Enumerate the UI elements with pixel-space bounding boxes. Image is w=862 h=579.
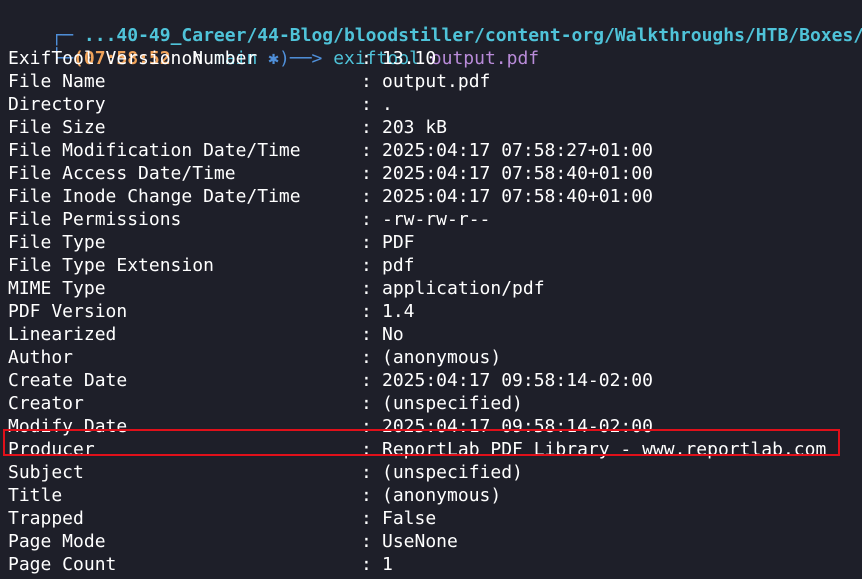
output-row-separator: : (361, 485, 372, 506)
output-row-separator: : (361, 439, 372, 460)
output-row-key: File Access Date/Time (8, 163, 236, 184)
output-row-key: Linearized (8, 324, 117, 345)
output-row-key: Trapped (8, 508, 84, 529)
output-row-key: Creator (8, 393, 84, 414)
output-row-value: 1.4 (382, 301, 415, 322)
output-row-value: . (382, 94, 393, 115)
output-row-key: MIME Type (8, 278, 106, 299)
output-row-key: Create Date (8, 370, 128, 391)
output-row-separator: : (361, 324, 372, 345)
output-row-key: File Permissions (8, 209, 182, 230)
output-row-separator: : (361, 140, 372, 161)
output-row-key: Directory (8, 94, 106, 115)
output-row-key: File Modification Date/Time (8, 140, 301, 161)
output-row-key: File Type (8, 232, 106, 253)
output-row-key: Subject (8, 462, 84, 483)
output-row-separator: : (361, 117, 372, 138)
output-row-value: (anonymous) (382, 485, 502, 506)
output-row-key: Page Count (8, 554, 117, 575)
output-row-key: File Inode Change Date/Time (8, 186, 301, 207)
command-argument: output.pdf (430, 48, 540, 69)
output-row-separator: : (361, 301, 372, 322)
output-row-value: 2025:04:17 07:58:27+01:00 (382, 140, 653, 161)
output-row-value: UseNone (382, 531, 458, 552)
output-row-value: 13.10 (382, 48, 437, 69)
output-row-separator: : (361, 347, 372, 368)
output-row-value: (unspecified) (382, 462, 523, 483)
output-row-separator: : (361, 163, 372, 184)
terminal-window[interactable]: ┌─ ...40-49_Career/44-Blog/bloodstiller/… (0, 0, 862, 579)
output-row-value: 2025:04:17 09:58:14-02:00 (382, 416, 653, 437)
output-row-key: File Type Extension (8, 255, 214, 276)
output-row-value: 2025:04:17 07:58:40+01:00 (382, 163, 653, 184)
output-row-separator: : (361, 393, 372, 414)
output-row-key: Modify Date (8, 416, 128, 437)
output-row-value: application/pdf (382, 278, 545, 299)
output-row-key: Producer (8, 439, 95, 460)
output-row-separator: : (361, 209, 372, 230)
output-row-separator: : (361, 94, 372, 115)
output-row-separator: : (361, 71, 372, 92)
output-row-key: ExifTool Version Number (8, 48, 258, 69)
output-row-value: 203 kB (382, 117, 448, 138)
prompt-line-path: ┌─ ...40-49_Career/44-Blog/bloodstiller/… (8, 1, 862, 46)
output-row-key: File Size (8, 117, 106, 138)
output-row-value: False (382, 508, 437, 529)
output-row-value: 2025:04:17 07:58:40+01:00 (382, 186, 653, 207)
output-row-key: File Name (8, 71, 106, 92)
prompt-line-command: └─(07:58:52 on main ✱)──> exiftool outpu… (8, 24, 539, 69)
output-row-separator: : (361, 48, 372, 69)
output-row-value: (unspecified) (382, 393, 523, 414)
output-row-value: pdf (382, 255, 415, 276)
output-row-separator: : (361, 462, 372, 483)
output-row-separator: : (361, 416, 372, 437)
output-row-value: 1 (382, 554, 393, 575)
output-row-separator: : (361, 255, 372, 276)
output-row-separator: : (361, 531, 372, 552)
output-row-value: 2025:04:17 09:58:14-02:00 (382, 370, 653, 391)
output-row-separator: : (361, 508, 372, 529)
output-row-value: PDF (382, 232, 415, 253)
output-row-separator: : (361, 186, 372, 207)
output-row-separator: : (361, 278, 372, 299)
output-row-key: Author (8, 347, 74, 368)
output-row-value: output.pdf (382, 71, 491, 92)
output-row-value: (anonymous) (382, 347, 502, 368)
output-row-value: No (382, 324, 404, 345)
output-row-key: Title (8, 485, 63, 506)
prompt-arrow-icon: ──> (289, 48, 323, 69)
output-row-key: PDF Version (8, 301, 128, 322)
output-row-value: ReportLab PDF Library - www.reportlab.co… (382, 439, 827, 460)
output-row-value: -rw-rw-r-- (382, 209, 491, 230)
git-status-icon: ✱) (268, 48, 290, 69)
output-row-separator: : (361, 554, 372, 575)
output-row-key: Page Mode (8, 531, 106, 552)
output-row-separator: : (361, 232, 372, 253)
output-row-separator: : (361, 370, 372, 391)
